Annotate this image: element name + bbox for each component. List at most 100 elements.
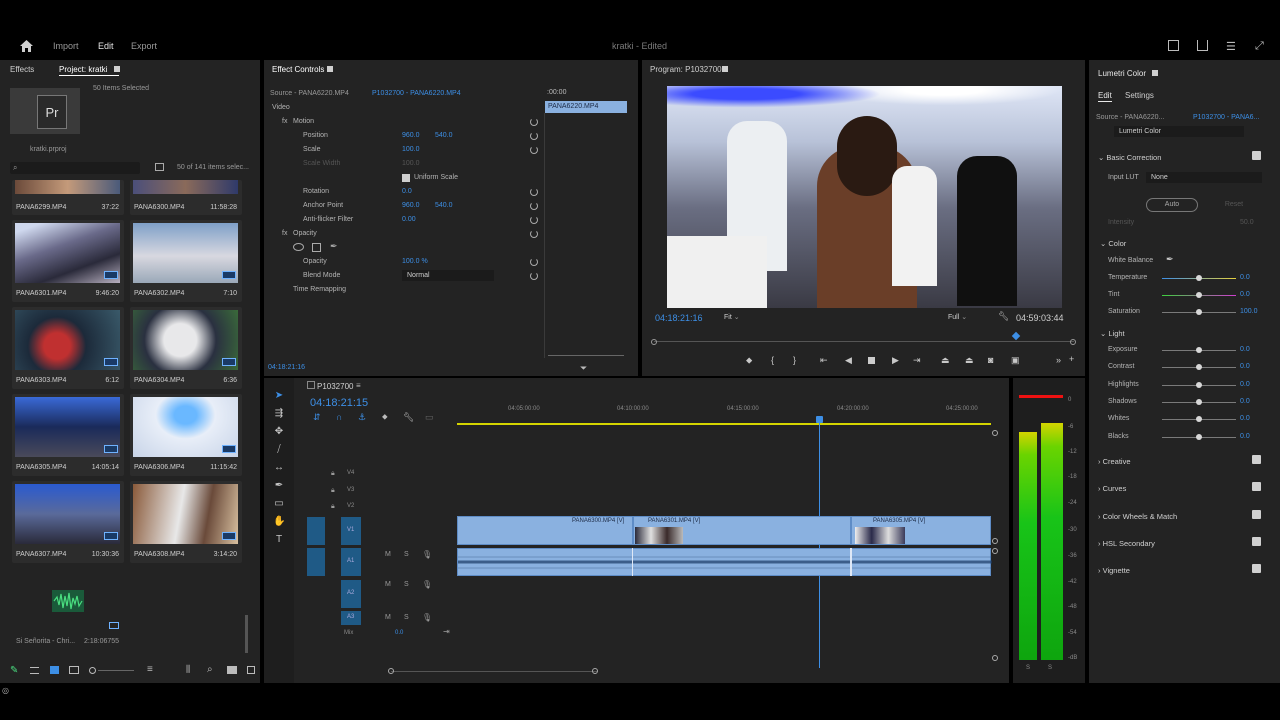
menu-import[interactable]: Import <box>53 41 79 51</box>
section-hsl[interactable]: › HSL Secondary <box>1098 539 1155 548</box>
goto-in-icon[interactable]: ⇤ <box>820 355 828 366</box>
solo-left-button[interactable]: S <box>1026 665 1030 671</box>
color-wheels-checkbox[interactable] <box>1252 510 1261 519</box>
scroll-start-knob[interactable] <box>651 339 657 345</box>
saturation-slider[interactable] <box>1162 309 1236 315</box>
scroll-end-knob[interactable] <box>1070 339 1076 345</box>
ec-motion[interactable]: Motion <box>293 118 314 125</box>
new-bin-icon[interactable] <box>155 163 164 171</box>
tab-sequence[interactable]: P1032700 <box>317 382 353 391</box>
new-bin-icon[interactable] <box>227 666 237 674</box>
linked-selection-icon[interactable]: ⚓︎ <box>358 412 366 423</box>
project-item[interactable]: PANA6303.MP4 6:12 <box>12 307 124 389</box>
add-button-icon[interactable]: + <box>1069 354 1074 364</box>
timeline-playhead-handle[interactable] <box>816 416 823 423</box>
zoom-knob[interactable] <box>89 667 96 674</box>
zoom-slider[interactable] <box>98 670 134 671</box>
new-item-icon[interactable] <box>247 666 255 674</box>
audio-edit-point[interactable] <box>632 548 633 576</box>
tab-lumetri-edit[interactable]: Edit <box>1098 91 1112 100</box>
find-icon[interactable]: ⌕ <box>207 664 213 675</box>
captions-icon[interactable]: ▭ <box>425 412 434 423</box>
settings-wrench-icon[interactable]: 🔧︎ <box>998 311 1009 322</box>
curves-checkbox[interactable] <box>1252 482 1261 491</box>
reset-icon[interactable] <box>530 230 538 238</box>
lift-icon[interactable]: ⏏ <box>941 355 950 366</box>
creative-checkbox[interactable] <box>1252 455 1261 464</box>
goto-out-icon[interactable]: ⇥ <box>913 355 921 366</box>
ec-timecode[interactable]: 04:18:21:16 <box>268 364 305 371</box>
shadows-slider[interactable] <box>1162 399 1236 405</box>
ellipse-mask-icon[interactable] <box>293 243 304 251</box>
source-patch-v1[interactable] <box>307 517 325 545</box>
solo-a2-button[interactable]: S <box>404 581 409 588</box>
step-forward-icon[interactable]: ▶ <box>892 355 899 366</box>
reset-icon[interactable] <box>530 202 538 210</box>
ec-zoom-bar[interactable] <box>548 355 624 356</box>
audio-edit-point[interactable] <box>850 548 852 576</box>
vscroll-knob[interactable] <box>992 538 998 544</box>
whites-slider[interactable] <box>1162 416 1236 422</box>
solo-right-button[interactable]: S <box>1048 665 1052 671</box>
project-item[interactable]: PANA6304.MP4 6:36 <box>130 307 242 389</box>
tab-lumetri[interactable]: Lumetri Color <box>1098 69 1146 78</box>
contrast-slider[interactable] <box>1162 364 1236 370</box>
type-tool-icon[interactable]: T <box>273 534 285 546</box>
sort-icon[interactable]: ≡ <box>147 664 153 675</box>
mute-a1-button[interactable]: M <box>385 551 391 558</box>
automate-icon[interactable]: ⫼ <box>186 664 190 675</box>
section-vignette[interactable]: › Vignette <box>1098 566 1130 575</box>
pen-mask-icon[interactable]: ✒ <box>330 241 338 252</box>
timeline-settings-icon[interactable]: 🔧︎ <box>403 412 414 423</box>
blacks-value[interactable]: 0.0 <box>1240 433 1250 440</box>
more-icon[interactable]: » <box>1056 355 1061 365</box>
stop-icon[interactable] <box>868 357 875 364</box>
highlights-slider[interactable] <box>1162 382 1236 388</box>
lock-icon[interactable]: 🔒︎ <box>331 503 335 511</box>
extract-icon[interactable]: ⏏ <box>965 355 974 366</box>
hscroll-knob[interactable] <box>592 668 598 674</box>
saturation-value[interactable]: 100.0 <box>1240 308 1258 315</box>
mix-value[interactable]: 0.0 <box>395 630 403 636</box>
highlights-value[interactable]: 0.0 <box>1240 381 1250 388</box>
ec-time-remap[interactable]: Time Remapping <box>293 286 346 293</box>
lumetri-sequence[interactable]: P1032700 - PANA6... <box>1193 114 1259 121</box>
snap-icon[interactable]: ∩ <box>336 412 342 422</box>
audio-clip[interactable] <box>457 548 992 576</box>
mark-in-icon[interactable]: { <box>771 355 774 365</box>
exposure-value[interactable]: 0.0 <box>1240 346 1250 353</box>
mute-a3-button[interactable]: M <box>385 614 391 621</box>
camera-icon[interactable]: ◙ <box>988 355 993 365</box>
share-icon[interactable] <box>1197 40 1208 51</box>
vignette-checkbox[interactable] <box>1252 564 1261 573</box>
tab-menu-icon[interactable] <box>1152 70 1158 76</box>
mark-out-icon[interactable]: } <box>793 355 796 365</box>
resolution-select[interactable]: Full ⌄ <box>948 312 988 323</box>
tab-menu-icon[interactable] <box>114 66 120 72</box>
mic-icon[interactable]: 🎙︎ <box>422 613 432 622</box>
light-group[interactable]: ⌄ Light <box>1100 329 1125 338</box>
project-item[interactable]: PANA6307.MP4 10:30:36 <box>12 481 124 563</box>
tab-effects[interactable]: Effects <box>10 65 34 74</box>
pen-tool-icon[interactable]: ✒ <box>273 480 285 492</box>
ec-scale-value[interactable]: 100.0 <box>402 146 420 153</box>
ec-opacity-value[interactable]: 100.0 % <box>402 258 428 265</box>
hsl-checkbox[interactable] <box>1252 537 1261 546</box>
ec-rotation-value[interactable]: 0.0 <box>402 188 412 195</box>
ec-opacity-group[interactable]: Opacity <box>293 230 317 237</box>
horizontal-scrollbar[interactable] <box>391 671 597 672</box>
selection-tool-icon[interactable]: ➤ <box>273 390 285 402</box>
fit-select[interactable]: Fit ⌄ <box>724 312 764 323</box>
rectangle-tool-icon[interactable]: ▭ <box>273 498 285 510</box>
ec-anchor-x[interactable]: 960.0 <box>402 202 420 209</box>
audio-item-name[interactable]: Si Señorita - Chri... <box>16 638 75 645</box>
project-item[interactable]: PANA6302.MP4 7:10 <box>130 220 242 302</box>
section-curves[interactable]: › Curves <box>1098 484 1126 493</box>
search-input[interactable] <box>10 162 140 174</box>
auto-button[interactable]: Auto <box>1146 198 1198 212</box>
razor-icon[interactable]: ⧸ <box>273 444 285 456</box>
ec-position-y[interactable]: 540.0 <box>435 132 453 139</box>
reset-icon[interactable] <box>530 216 538 224</box>
home-icon[interactable] <box>20 40 33 52</box>
menu-edit[interactable]: Edit <box>98 41 114 51</box>
